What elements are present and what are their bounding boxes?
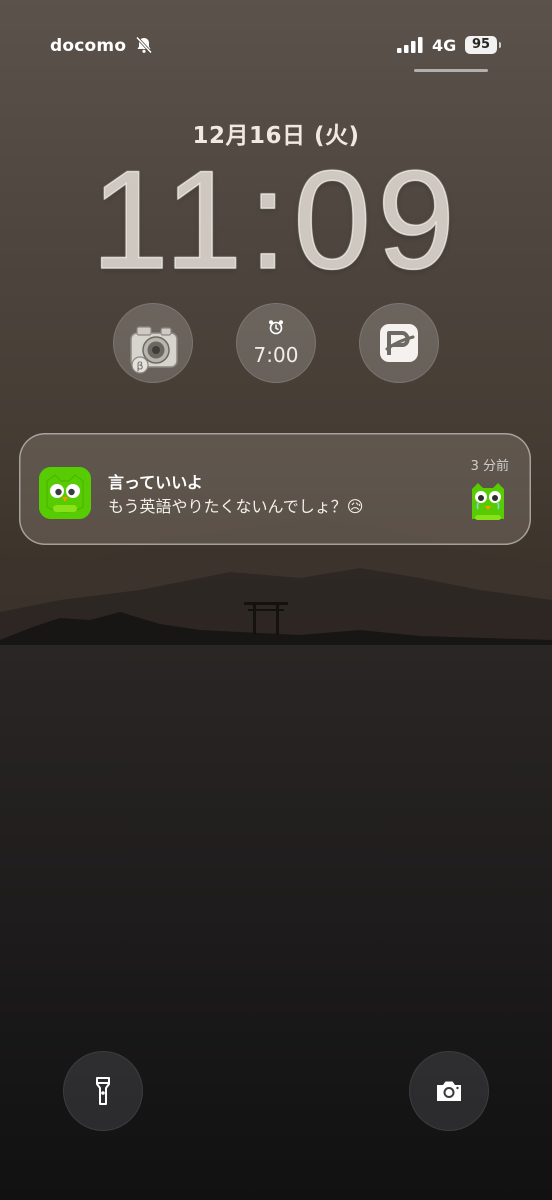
alarm-icon xyxy=(269,320,283,335)
camera-icon xyxy=(437,1081,461,1101)
signal-bars-icon xyxy=(397,37,423,53)
notification-time: 3 分前 xyxy=(470,459,509,474)
widget-alarm[interactable]: 7:00 xyxy=(236,303,316,383)
duolingo-owl-icon xyxy=(39,467,91,519)
camera-button[interactable] xyxy=(409,1051,489,1131)
camera-app-icon: β xyxy=(130,326,178,374)
svg-text:β: β xyxy=(136,360,143,373)
carrier-name: docomo xyxy=(50,36,127,56)
widget-paypay[interactable] xyxy=(359,303,439,383)
status-bar: docomo 4G 95 xyxy=(0,0,552,72)
widget-camera-app[interactable]: β xyxy=(113,303,193,383)
flashlight-button[interactable] xyxy=(63,1051,143,1131)
silent-bell-icon xyxy=(135,36,153,54)
paypay-icon xyxy=(380,324,418,362)
notification-body: もう英語やりたくないんでしょ？😥 xyxy=(108,497,364,516)
sad-owl-image xyxy=(472,483,504,520)
battery-indicator: 95 xyxy=(465,36,501,54)
network-type: 4G xyxy=(432,36,457,55)
notification-title: 言っていいよ xyxy=(108,473,203,492)
flashlight-icon xyxy=(96,1077,110,1105)
lock-time: 11:09 xyxy=(90,141,461,298)
notification-card[interactable]: 言っていいよ もう英語やりたくないんでしょ？😥 3 分前 xyxy=(19,433,531,545)
alarm-time: 7:00 xyxy=(253,343,299,367)
control-center-indicator[interactable] xyxy=(414,69,488,72)
